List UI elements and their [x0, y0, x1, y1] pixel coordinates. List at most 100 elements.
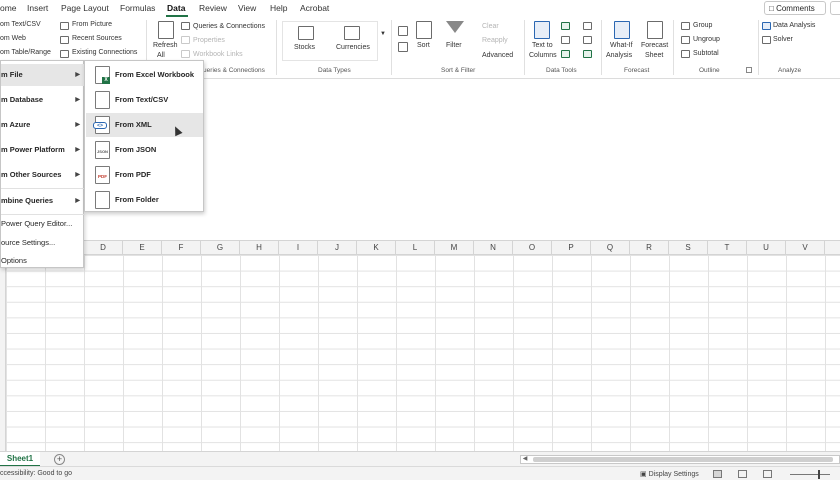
relationships-icon[interactable] — [583, 36, 592, 44]
data-validation-icon[interactable] — [561, 50, 570, 58]
zoom-slider[interactable] — [790, 474, 830, 475]
menu-item-from-other-sources[interactable]: m Other Sources ▶ — [1, 164, 85, 186]
group-divider — [601, 20, 602, 75]
what-if-label-2[interactable]: Analysis — [606, 52, 632, 59]
page-break-view-icon[interactable] — [763, 470, 772, 478]
column-header[interactable]: H — [240, 241, 279, 255]
share-button[interactable] — [830, 1, 840, 15]
flash-fill-icon[interactable] — [561, 22, 570, 30]
status-bar: ccessibility: Good to go ▣ Display Setti… — [0, 466, 840, 480]
forecast-sheet-label-1[interactable]: Forecast — [641, 42, 668, 49]
menu-item-from-xml[interactable]: <> From XML — [86, 113, 203, 137]
normal-view-icon[interactable] — [713, 470, 722, 478]
tab-home[interactable]: ome — [0, 3, 17, 13]
column-header[interactable]: G — [201, 241, 240, 255]
tab-acrobat[interactable]: Acrobat — [300, 3, 329, 13]
menu-item-from-database[interactable]: m Database ▶ — [1, 89, 85, 111]
existing-connections-button[interactable]: Existing Connections — [72, 49, 137, 56]
column-header[interactable]: V — [786, 241, 825, 255]
page-layout-view-icon[interactable] — [738, 470, 747, 478]
workbook-links-button[interactable]: Workbook Links — [193, 51, 243, 58]
column-header[interactable]: O — [513, 241, 552, 255]
column-header[interactable]: K — [357, 241, 396, 255]
menu-item-from-json[interactable]: JSON From JSON — [86, 138, 203, 162]
advanced-button[interactable]: Advanced — [482, 52, 513, 59]
add-sheet-button[interactable]: + — [54, 454, 65, 465]
text-to-columns-label-2[interactable]: Columns — [529, 52, 557, 59]
tab-view[interactable]: View — [238, 3, 256, 13]
refresh-all-label-1[interactable]: Refresh — [153, 42, 178, 49]
horizontal-scrollbar[interactable]: ◀ — [520, 455, 840, 464]
outline-launcher-icon[interactable] — [746, 67, 752, 73]
solver-button[interactable]: Solver — [773, 36, 793, 43]
column-header[interactable]: Q — [591, 241, 630, 255]
scroll-left-icon[interactable]: ◀ — [521, 456, 529, 463]
menu-item-power-query-editor[interactable]: Power Query Editor... — [1, 219, 72, 228]
column-header[interactable]: S — [669, 241, 708, 255]
display-settings-button[interactable]: ▣ Display Settings — [640, 470, 699, 478]
sort-button[interactable]: Sort — [417, 42, 430, 49]
column-header[interactable]: D — [84, 241, 123, 255]
from-text-csv-button[interactable]: om Text/CSV — [0, 21, 41, 28]
filter-button[interactable]: Filter — [446, 42, 462, 49]
column-header[interactable]: M — [435, 241, 474, 255]
column-header[interactable]: R — [630, 241, 669, 255]
consolidate-icon[interactable] — [583, 22, 592, 30]
ungroup-button[interactable]: Ungroup — [693, 36, 720, 43]
queries-connections-button[interactable]: Queries & Connections — [193, 23, 265, 30]
tab-formulas[interactable]: Formulas — [120, 3, 155, 13]
tab-data[interactable]: Data — [167, 3, 185, 13]
tab-review[interactable]: Review — [199, 3, 227, 13]
tab-help[interactable]: Help — [270, 3, 287, 13]
column-header[interactable]: P — [552, 241, 591, 255]
menu-item-from-excel-workbook[interactable]: X From Excel Workbook — [86, 63, 203, 87]
from-table-range-button[interactable]: om Table/Range — [0, 49, 51, 56]
sort-za-icon[interactable] — [398, 42, 408, 52]
reapply-button[interactable]: Reapply — [482, 37, 508, 44]
group-button[interactable]: Group — [693, 22, 712, 29]
stocks-button[interactable]: Stocks — [294, 44, 315, 51]
from-picture-button[interactable]: From Picture — [72, 21, 112, 28]
menu-item-from-file[interactable]: m File ▶ — [1, 64, 85, 86]
subtotal-button[interactable]: Subtotal — [693, 50, 719, 57]
recent-sources-button[interactable]: Recent Sources — [72, 35, 122, 42]
remove-duplicates-icon[interactable] — [561, 36, 570, 44]
properties-button[interactable]: Properties — [193, 37, 225, 44]
column-header[interactable]: N — [474, 241, 513, 255]
gallery-more-icon[interactable]: ▼ — [380, 31, 386, 37]
refresh-all-label-2[interactable]: All — [157, 52, 165, 59]
tab-insert[interactable]: Insert — [27, 3, 48, 13]
column-header[interactable]: F — [162, 241, 201, 255]
data-analysis-button[interactable]: Data Analysis — [773, 22, 815, 29]
clear-button[interactable]: Clear — [482, 23, 499, 30]
column-header[interactable]: I — [279, 241, 318, 255]
sort-az-icon[interactable] — [398, 26, 408, 36]
text-to-columns-label-1[interactable]: Text to — [532, 42, 553, 49]
currencies-button[interactable]: Currencies — [336, 44, 370, 51]
what-if-label-1[interactable]: What-If — [610, 42, 633, 49]
forecast-sheet-label-2[interactable]: Sheet — [645, 52, 663, 59]
column-header[interactable]: E — [123, 241, 162, 255]
column-header[interactable]: U — [747, 241, 786, 255]
menu-item-from-power-platform[interactable]: m Power Platform ▶ — [1, 139, 85, 161]
menu-item-from-folder[interactable]: From Folder — [86, 188, 203, 212]
tab-page-layout[interactable]: Page Layout — [61, 3, 109, 13]
manage-data-model-icon[interactable] — [583, 50, 592, 58]
accessibility-status[interactable]: ccessibility: Good to go — [0, 470, 72, 477]
column-header[interactable]: J — [318, 241, 357, 255]
zoom-slider-thumb[interactable] — [818, 470, 820, 479]
from-web-button[interactable]: om Web — [0, 35, 26, 42]
worksheet-grid[interactable] — [0, 255, 840, 451]
column-header[interactable]: L — [396, 241, 435, 255]
column-header[interactable]: T — [708, 241, 747, 255]
sheet-tab[interactable]: Sheet1 — [0, 452, 40, 467]
scrollbar-thumb[interactable] — [533, 457, 833, 462]
comments-button[interactable]: □ Comments — [764, 1, 826, 15]
menu-item-from-pdf[interactable]: PDF From PDF — [86, 163, 203, 187]
menu-item-from-azure[interactable]: m Azure ▶ — [1, 114, 85, 136]
menu-item-data-source-settings[interactable]: ource Settings... — [1, 238, 55, 247]
menu-item-combine-queries[interactable]: mbine Queries ▶ — [1, 190, 85, 212]
row-header-column[interactable] — [0, 255, 6, 451]
menu-item-query-options[interactable]: Options — [1, 256, 27, 265]
menu-item-from-text-csv[interactable]: From Text/CSV — [86, 88, 203, 112]
